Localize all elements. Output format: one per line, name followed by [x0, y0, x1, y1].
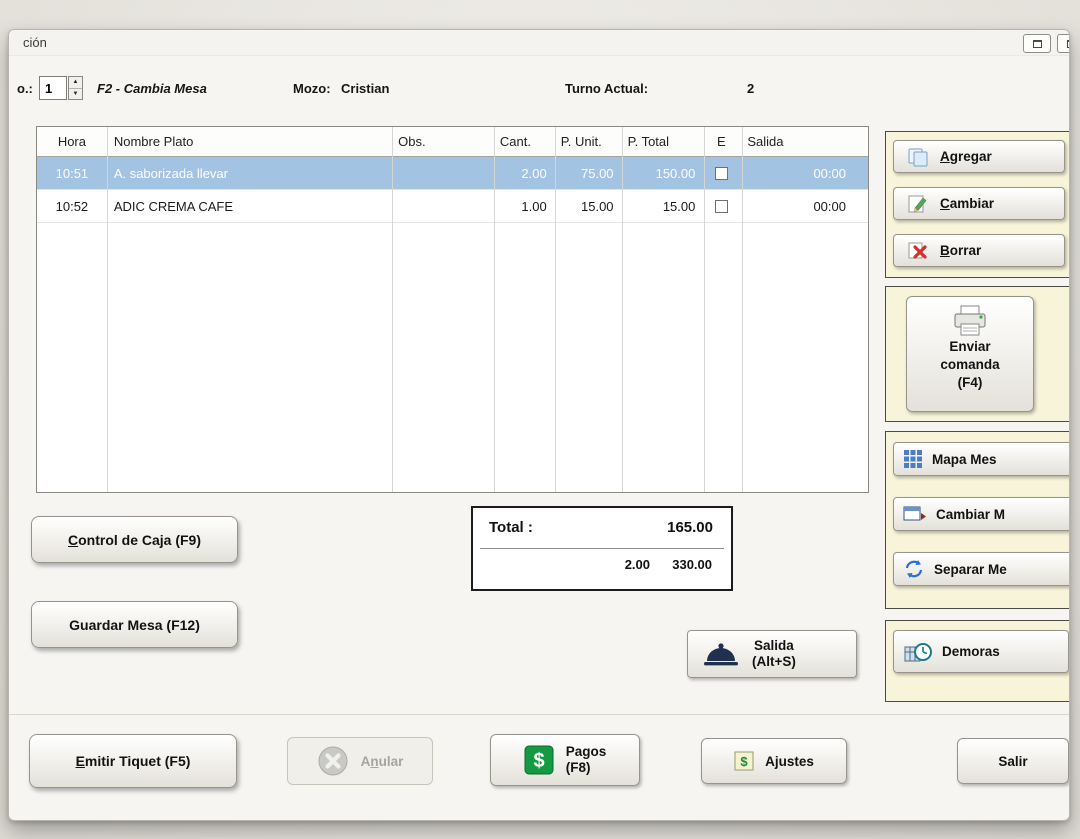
- cell-e: [702, 157, 740, 189]
- stepper-down-icon[interactable]: ▼: [69, 89, 82, 100]
- dollar-icon: $: [524, 745, 554, 775]
- window-title: ción: [23, 35, 47, 50]
- column-header-hora: Hora: [37, 127, 107, 156]
- delete-x-icon: [907, 241, 929, 261]
- cloche-icon: [702, 640, 740, 668]
- shift-label: Turno Actual:: [565, 81, 648, 96]
- restore-button[interactable]: [1023, 34, 1051, 53]
- cell-cant: 2.00: [493, 157, 554, 189]
- borrar-button[interactable]: Borrar: [893, 234, 1065, 267]
- separar-mesa-button[interactable]: Separar Me: [893, 552, 1070, 586]
- total-value: 165.00: [667, 519, 713, 536]
- column-header-punit: P. Unit.: [554, 127, 621, 156]
- column-divider: [107, 127, 108, 492]
- column-header-plato: Nombre Plato: [107, 127, 391, 156]
- waiter-label: Mozo:: [293, 81, 331, 96]
- small-dollar-icon: $: [734, 751, 754, 771]
- grid-icon: [903, 449, 923, 469]
- cambiar-mesa-button[interactable]: Cambiar M: [893, 497, 1070, 531]
- column-divider: [622, 127, 623, 492]
- column-header-ptotal: P. Total: [621, 127, 703, 156]
- close-icon: [1067, 40, 1071, 48]
- column-divider: [742, 127, 743, 492]
- table-header-row: Hora Nombre Plato Obs. Cant. P. Unit. P.…: [37, 127, 868, 157]
- cell-salida: 00:00: [740, 157, 868, 189]
- column-divider: [704, 127, 705, 492]
- printer-icon: [951, 305, 989, 337]
- table-number-input[interactable]: [39, 76, 67, 100]
- control-caja-button[interactable]: Control de Caja (F9): [31, 516, 238, 563]
- column-divider: [494, 127, 495, 492]
- table-row[interactable]: 10:51 A. saborizada llevar 2.00 75.00 15…: [37, 157, 868, 190]
- column-header-cant: Cant.: [493, 127, 554, 156]
- demoras-button[interactable]: Demoras: [893, 630, 1069, 673]
- totals-label: Total :: [489, 519, 533, 536]
- cell-punit: 15.00: [554, 190, 621, 222]
- bottom-divider: [9, 714, 1069, 715]
- split-arrows-icon: [903, 559, 925, 579]
- mode-label: F2 - Cambia Mesa: [97, 81, 207, 96]
- pos-window: ción o.: ▲ ▼ F2 - Cambia Mesa Mozo: Cris…: [8, 29, 1070, 821]
- table-number-label: o.:: [17, 81, 33, 96]
- svg-text:$: $: [740, 754, 748, 769]
- restore-icon: [1033, 40, 1042, 48]
- cell-cant: 1.00: [493, 190, 554, 222]
- cambiar-button[interactable]: Cambiar: [893, 187, 1065, 220]
- cell-e: [702, 190, 740, 222]
- agregar-button[interactable]: Agregar: [893, 140, 1065, 173]
- column-divider: [555, 127, 556, 492]
- waiter-name: Cristian: [341, 81, 389, 96]
- cell-plato: A. saborizada llevar: [107, 157, 391, 189]
- table-row[interactable]: 10:52 ADIC CREMA CAFE 1.00 15.00 15.00 0…: [37, 190, 868, 223]
- emitir-tiquet-button[interactable]: Emitir Tiquet (F5): [29, 734, 237, 788]
- mapa-mesas-button[interactable]: Mapa Mes: [893, 442, 1070, 476]
- column-divider: [392, 127, 393, 492]
- column-header-e: E: [702, 127, 740, 156]
- cell-plato: ADIC CREMA CAFE: [107, 190, 391, 222]
- stepper-up-icon[interactable]: ▲: [69, 77, 82, 89]
- totals-divider: [480, 548, 724, 549]
- e-checkbox[interactable]: [715, 200, 728, 213]
- pagos-button[interactable]: $ Pagos (F8): [490, 734, 640, 786]
- column-header-salida: Salida: [740, 127, 868, 156]
- cell-ptotal: 15.00: [621, 190, 703, 222]
- salida-button[interactable]: Salida (Alt+S): [687, 630, 857, 678]
- e-checkbox[interactable]: [715, 167, 728, 180]
- totals-box: Total : 165.00 2.00 330.00: [471, 506, 733, 591]
- edit-pencil-icon: [907, 194, 929, 214]
- svg-text:$: $: [533, 750, 544, 772]
- enviar-comanda-button[interactable]: Enviar comanda (F4): [906, 296, 1034, 412]
- title-bar: ción: [9, 30, 1069, 56]
- cell-ptotal: 150.00: [621, 157, 703, 189]
- clock-icon: [904, 640, 932, 664]
- shift-value: 2: [747, 81, 754, 96]
- cell-punit: 75.00: [554, 157, 621, 189]
- cell-hora: 10:52: [37, 190, 107, 222]
- cancel-icon: [317, 745, 349, 777]
- cell-hora: 10:51: [37, 157, 107, 189]
- total-quantity: 2.00: [625, 557, 650, 572]
- guardar-mesa-button[interactable]: Guardar Mesa (F12): [31, 601, 238, 648]
- total-amount: 330.00: [672, 557, 712, 572]
- order-table[interactable]: Hora Nombre Plato Obs. Cant. P. Unit. P.…: [36, 126, 869, 493]
- column-header-obs: Obs.: [391, 127, 493, 156]
- ajustes-button[interactable]: $ Ajustes: [701, 738, 847, 784]
- window-arrow-icon: [903, 504, 927, 524]
- add-pages-icon: [907, 147, 929, 167]
- salir-button[interactable]: Salir: [957, 738, 1069, 784]
- close-button[interactable]: [1057, 34, 1070, 53]
- cell-salida: 00:00: [740, 190, 868, 222]
- table-number-stepper[interactable]: ▲ ▼: [68, 76, 83, 100]
- cell-obs: [391, 190, 493, 222]
- cell-obs: [391, 157, 493, 189]
- anular-button[interactable]: Anular: [287, 737, 433, 785]
